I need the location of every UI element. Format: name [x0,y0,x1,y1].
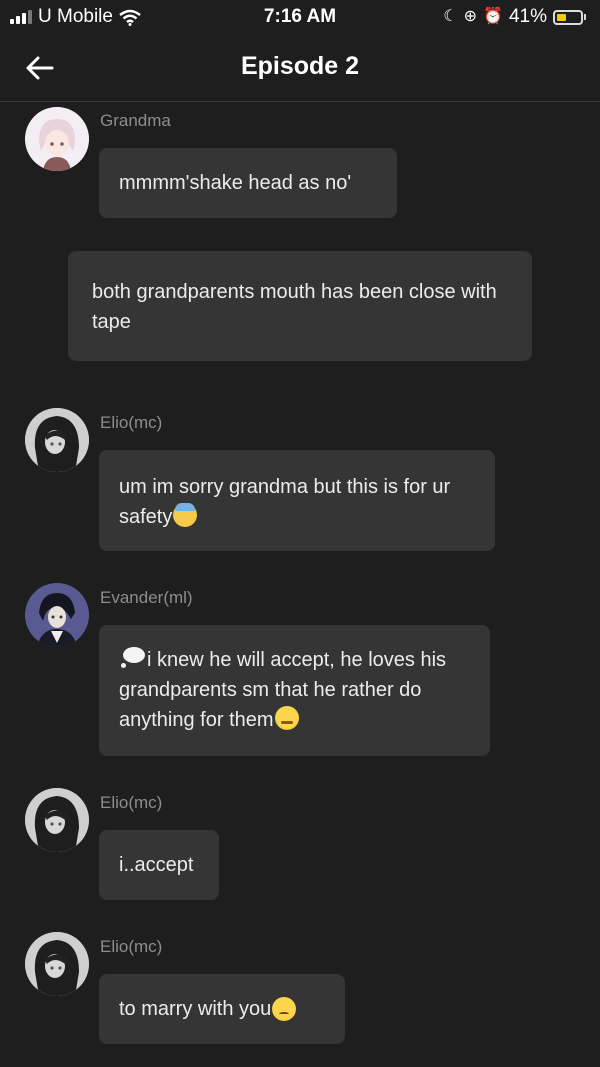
orientation-lock-icon: ⊕ [463,8,478,25]
sender-name: Elio(mc) [100,413,163,432]
signal-strength-icon [10,10,32,24]
avatar-evander[interactable] [25,583,89,647]
message-text: i..accept [119,854,194,876]
avatar-elio[interactable] [25,408,89,472]
app-header: Episode 2 [0,34,600,102]
sender-name: Grandma [100,111,171,130]
moon-icon: ☾ [443,8,458,25]
battery-percent: 41% [508,6,547,27]
avatar-elio[interactable] [25,788,89,852]
message-bubble: to marry with you [99,974,345,1044]
sender-name: Elio(mc) [100,793,163,812]
clock: 7:16 AM [263,6,337,27]
message-text: um im sorry grandma but this is for ur s… [119,476,451,528]
page-title: Episode 2 [240,52,360,80]
message-bubble: i knew he will accept, he loves his gran… [99,625,490,756]
message-bubble: i..accept [99,830,219,900]
message-text: to marry with you [119,998,272,1020]
message-text: both grandparents mouth has been close w… [92,281,497,333]
carrier-name: U Mobile [38,6,113,27]
alarm-clock-icon: ⏰ [483,8,503,25]
wifi-icon [119,9,141,26]
sender-name: Evander(ml) [100,588,193,607]
narration-bubble: both grandparents mouth has been close w… [68,251,532,361]
message-bubble: um im sorry grandma but this is for ur s… [99,450,495,551]
avatar-grandma[interactable] [25,107,89,171]
sweat-face-emoji-icon [173,503,198,527]
battery-icon [553,9,586,25]
sender-name: Elio(mc) [100,937,163,956]
message-bubble: mmmm'shake head as no' [99,148,397,218]
message-text: mmmm'shake head as no' [119,172,352,194]
confused-face-emoji-icon [272,997,297,1021]
smirk-face-emoji-icon [274,706,299,730]
status-bar: U Mobile 7:16 AM ☾ ⊕ ⏰ 41% [0,0,600,34]
thought-bubble-emoji-icon [119,647,147,669]
avatar-elio[interactable] [25,932,89,996]
